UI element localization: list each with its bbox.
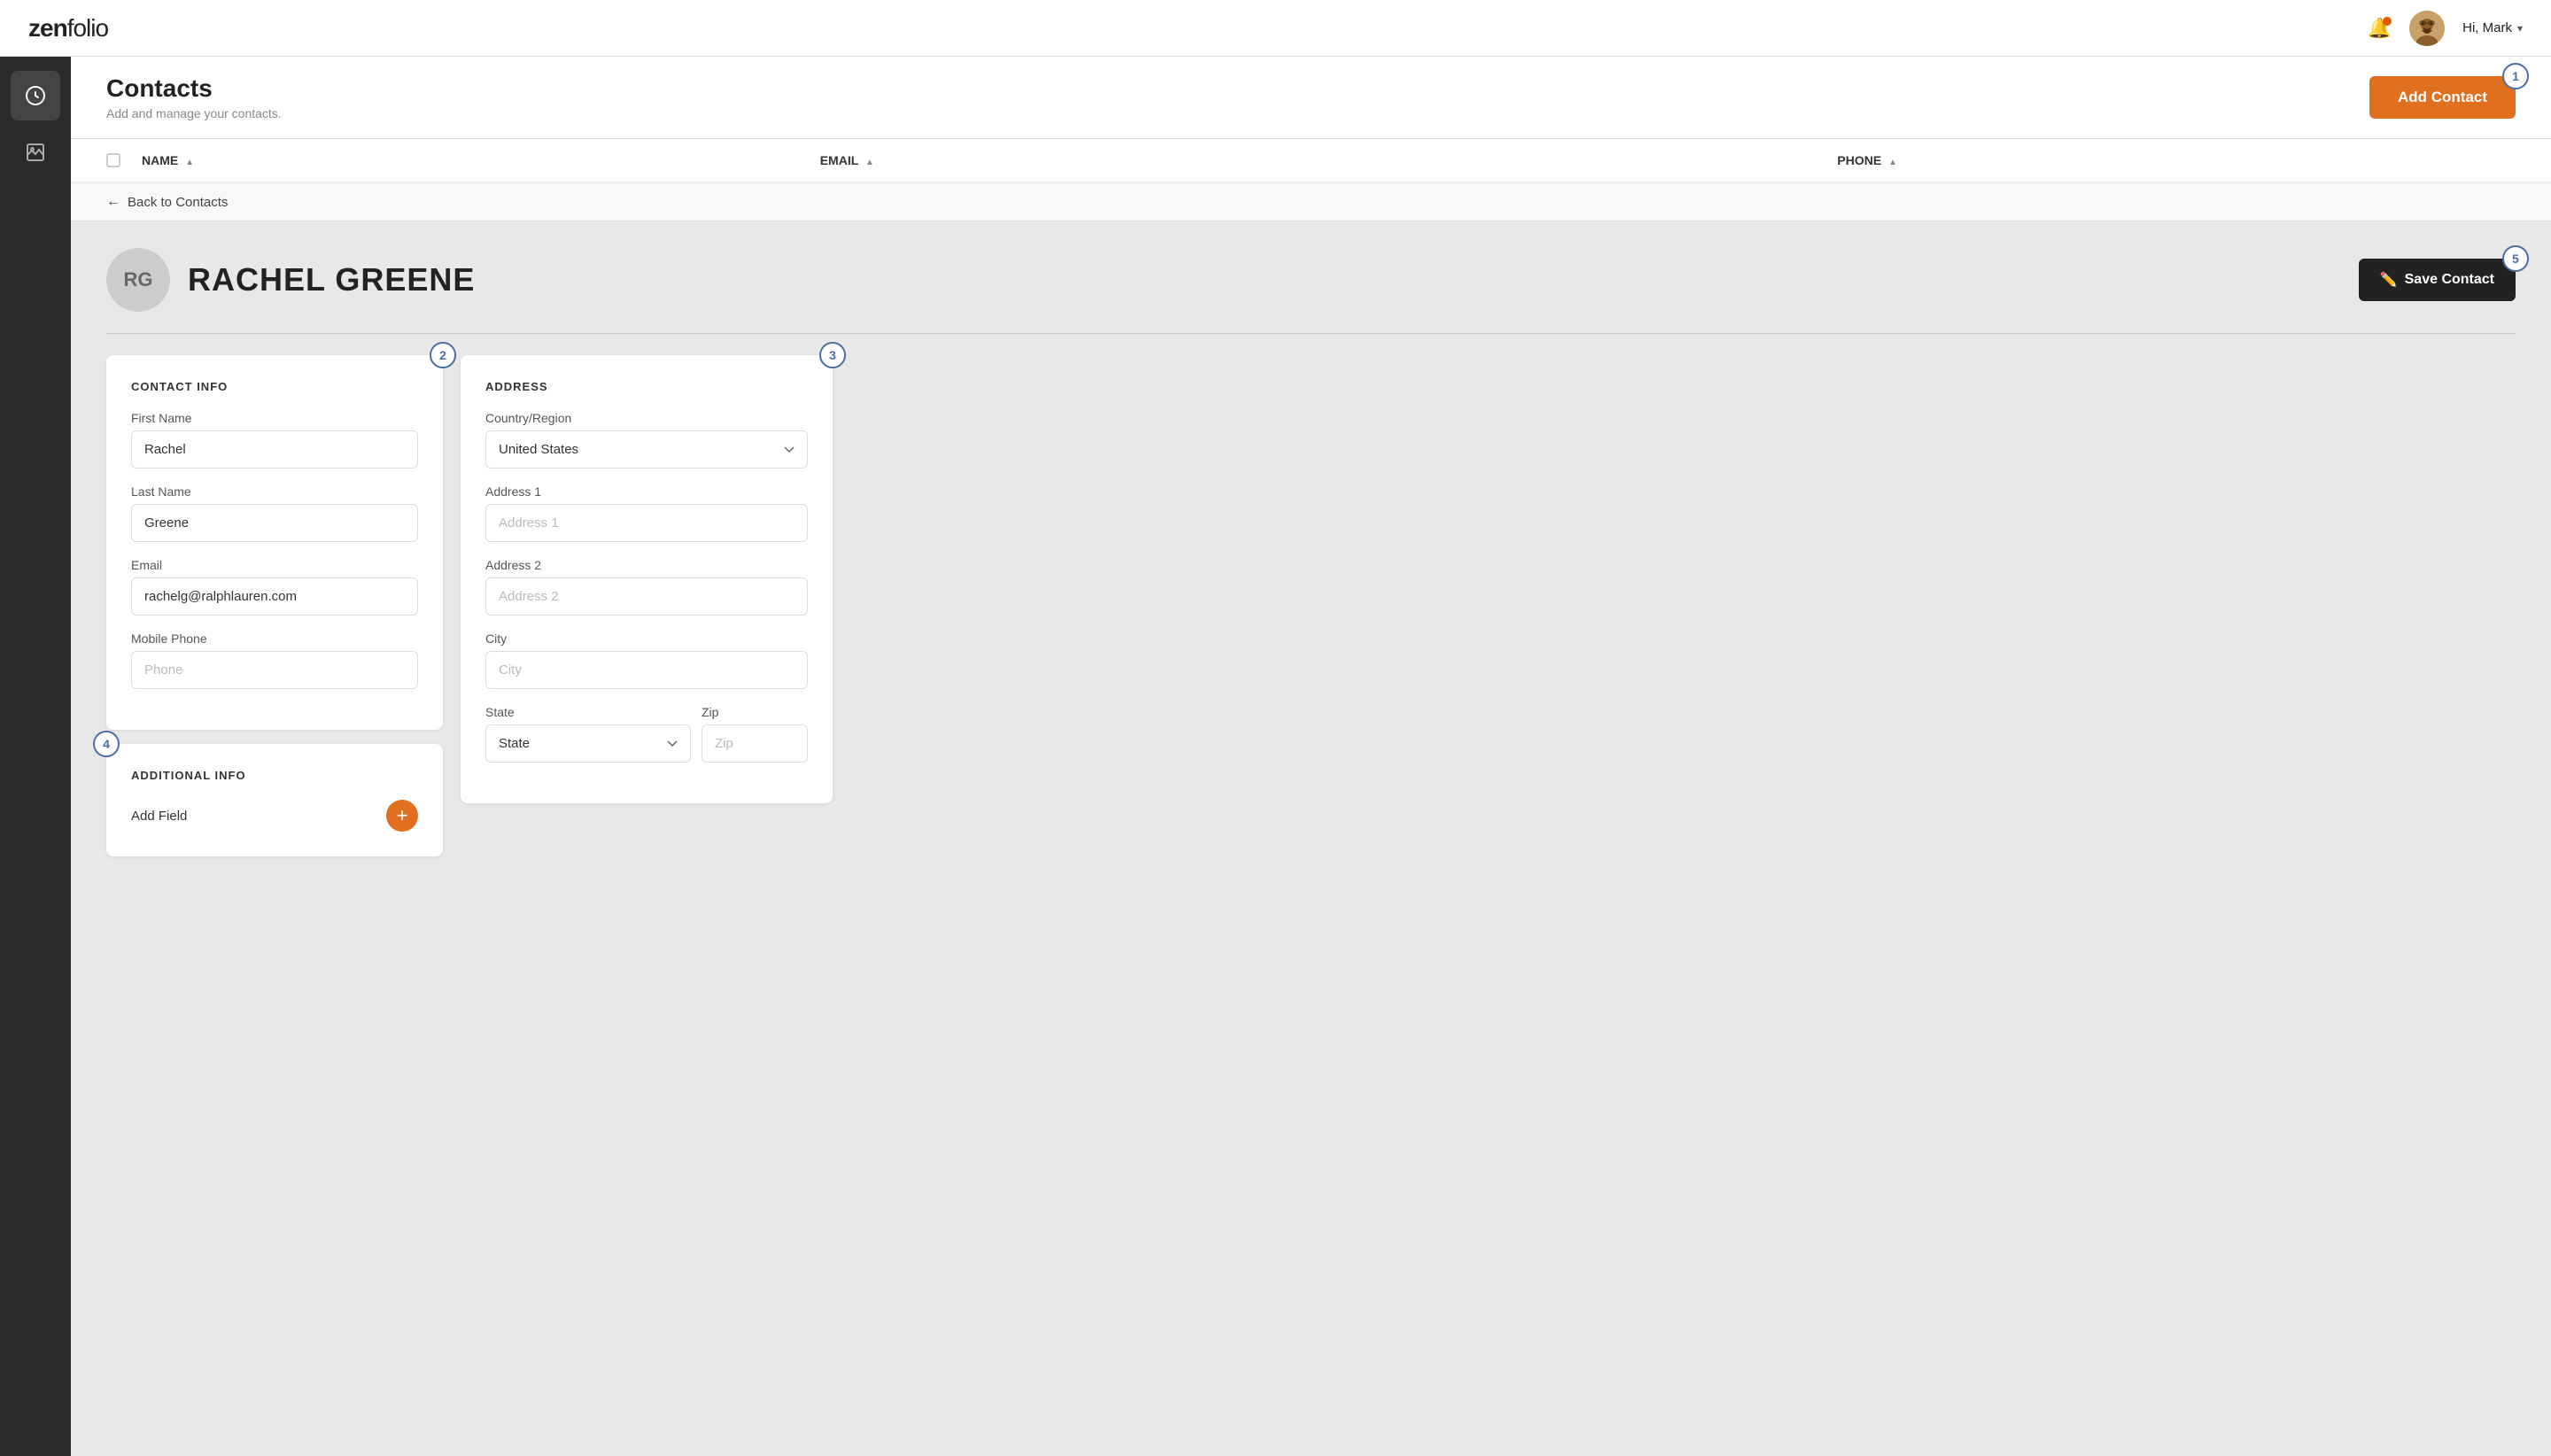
- sidebar: [0, 57, 71, 1456]
- add-contact-wrapper: Add Contact 1: [2369, 76, 2516, 119]
- state-select[interactable]: State ALAKAZCA COCTFLGA NYTX: [485, 724, 691, 763]
- nav-right: 🔔 Hi, Mark ▾: [2368, 11, 2523, 46]
- address2-group: Address 2: [485, 558, 808, 616]
- app-layout: Contacts Add and manage your contacts. A…: [0, 57, 2551, 1456]
- page-header-left: Contacts Add and manage your contacts.: [106, 74, 282, 120]
- email-group: Email: [131, 558, 418, 616]
- phone-sort-icon: ▲: [1888, 158, 1897, 167]
- page-subtitle: Add and manage your contacts.: [106, 106, 282, 120]
- contact-divider: [106, 333, 2516, 334]
- chevron-down-icon: ▾: [2517, 22, 2523, 35]
- last-name-group: Last Name: [131, 484, 418, 542]
- first-name-input[interactable]: [131, 430, 418, 469]
- contact-name: RACHEL GREENE: [188, 261, 475, 298]
- add-field-row: Add Field +: [131, 800, 418, 832]
- add-contact-button[interactable]: Add Contact: [2369, 76, 2516, 119]
- notification-dot: [2383, 17, 2392, 26]
- step-badge-1: 1: [2502, 63, 2529, 89]
- step-badge-2: 2: [430, 342, 456, 368]
- logo: zenfolio: [28, 14, 108, 43]
- name-column-header[interactable]: NAME ▲: [142, 153, 820, 167]
- dashboard-icon: [25, 85, 46, 106]
- first-name-group: First Name: [131, 411, 418, 469]
- checkbox-col: [106, 153, 142, 167]
- additional-info-wrapper: ADDITIONAL INFO Add Field + 4: [106, 744, 443, 856]
- notification-button[interactable]: 🔔: [2368, 17, 2392, 40]
- country-select[interactable]: United States Canada United Kingdom: [485, 430, 808, 469]
- city-label: City: [485, 631, 808, 646]
- back-label: Back to Contacts: [128, 195, 228, 210]
- email-label: Email: [131, 558, 418, 572]
- contact-form-area: RG RACHEL GREENE ✏️ Save Contact 5: [71, 221, 2551, 883]
- add-field-label: Add Field: [131, 809, 187, 824]
- user-menu[interactable]: Hi, Mark ▾: [2462, 20, 2523, 35]
- left-column: CONTACT INFO First Name Last Name Email: [106, 355, 443, 856]
- avatar-image: [2409, 11, 2445, 46]
- sidebar-item-gallery[interactable]: [11, 128, 60, 177]
- page-header: Contacts Add and manage your contacts. A…: [71, 57, 2551, 139]
- sidebar-item-dashboard[interactable]: [11, 71, 60, 120]
- pencil-icon: ✏️: [2380, 271, 2398, 289]
- mobile-group: Mobile Phone: [131, 631, 418, 689]
- phone-column-header[interactable]: PHONE ▲: [1837, 153, 2516, 167]
- state-group: State State ALAKAZCA COCTFLGA NYTX: [485, 705, 691, 763]
- table-header: NAME ▲ EMAIL ▲ PHONE ▲: [71, 139, 2551, 183]
- mobile-label: Mobile Phone: [131, 631, 418, 646]
- contact-info-title: CONTACT INFO: [131, 380, 418, 393]
- add-field-button[interactable]: +: [386, 800, 418, 832]
- save-contact-button[interactable]: ✏️ Save Contact: [2359, 259, 2516, 301]
- zip-input[interactable]: [702, 724, 808, 763]
- contact-info-card: CONTACT INFO First Name Last Name Email: [106, 355, 443, 730]
- address1-input[interactable]: [485, 504, 808, 542]
- email-sort-icon: ▲: [865, 158, 874, 167]
- form-cards: CONTACT INFO First Name Last Name Email: [106, 355, 2516, 856]
- step-badge-5: 5: [2502, 245, 2529, 272]
- additional-info-card: ADDITIONAL INFO Add Field +: [106, 744, 443, 856]
- content-area: Contacts Add and manage your contacts. A…: [71, 57, 2551, 1456]
- address1-group: Address 1: [485, 484, 808, 542]
- step-badge-4: 4: [93, 731, 120, 757]
- state-zip-row: State State ALAKAZCA COCTFLGA NYTX Zip: [485, 705, 808, 778]
- back-arrow-icon: ←: [106, 194, 120, 210]
- save-wrapper: ✏️ Save Contact 5: [2359, 259, 2516, 301]
- zip-label: Zip: [702, 705, 808, 719]
- address2-label: Address 2: [485, 558, 808, 572]
- user-greeting: Hi, Mark: [2462, 20, 2512, 35]
- name-sort-icon: ▲: [185, 158, 194, 167]
- address1-label: Address 1: [485, 484, 808, 499]
- contact-info-wrapper: CONTACT INFO First Name Last Name Email: [106, 355, 443, 730]
- country-label: Country/Region: [485, 411, 808, 425]
- address-card: ADDRESS Country/Region United States Can…: [461, 355, 833, 803]
- gallery-icon: [25, 142, 46, 163]
- email-column-header[interactable]: EMAIL ▲: [820, 153, 1838, 167]
- mobile-input[interactable]: [131, 651, 418, 689]
- contact-header: RG RACHEL GREENE ✏️ Save Contact 5: [106, 248, 2516, 312]
- zip-group: Zip: [702, 705, 808, 763]
- first-name-label: First Name: [131, 411, 418, 425]
- additional-info-title: ADDITIONAL INFO: [131, 769, 418, 782]
- country-group: Country/Region United States Canada Unit…: [485, 411, 808, 469]
- save-contact-label: Save Contact: [2405, 272, 2494, 288]
- address2-input[interactable]: [485, 577, 808, 616]
- email-input[interactable]: [131, 577, 418, 616]
- address-wrapper: ADDRESS Country/Region United States Can…: [461, 355, 833, 803]
- last-name-label: Last Name: [131, 484, 418, 499]
- back-to-contacts[interactable]: ← Back to Contacts: [71, 183, 2551, 221]
- state-label: State: [485, 705, 691, 719]
- select-all-checkbox[interactable]: [106, 153, 120, 167]
- city-group: City: [485, 631, 808, 689]
- contact-identity: RG RACHEL GREENE: [106, 248, 475, 312]
- page-title: Contacts: [106, 74, 282, 103]
- last-name-input[interactable]: [131, 504, 418, 542]
- address-title: ADDRESS: [485, 380, 808, 393]
- contact-avatar: RG: [106, 248, 170, 312]
- step-badge-3: 3: [819, 342, 846, 368]
- city-input[interactable]: [485, 651, 808, 689]
- top-nav: zenfolio 🔔 Hi, Mark ▾: [0, 0, 2551, 57]
- avatar: [2409, 11, 2445, 46]
